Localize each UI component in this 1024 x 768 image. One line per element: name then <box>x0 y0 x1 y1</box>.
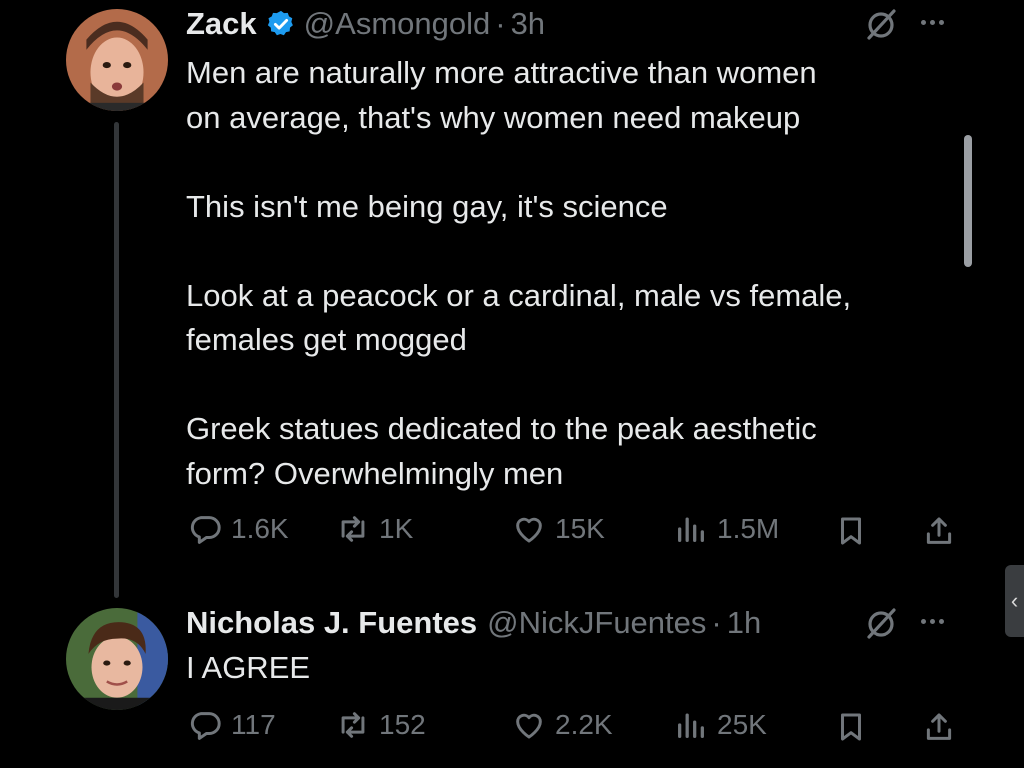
views-button[interactable]: 1.5M <box>674 512 779 546</box>
reply-button[interactable]: 1.6K <box>188 512 289 546</box>
reply-timestamp[interactable]: 1h <box>727 605 761 641</box>
chevron-left-icon[interactable]: ‹ <box>1005 565 1024 637</box>
more-icon[interactable] <box>921 619 944 624</box>
reply-tweet-text: I AGREE <box>186 646 310 691</box>
reply-count: 1.6K <box>231 513 289 544</box>
tweet-line: This isn't me being gay, it's science <box>186 188 668 224</box>
heart-icon <box>516 713 542 739</box>
tweet-line: Look at a peacock or a cardinal, male vs… <box>186 277 852 313</box>
views-icon <box>678 517 704 542</box>
tweet-timestamp[interactable]: 3h <box>511 6 545 42</box>
like-count: 15K <box>555 513 605 544</box>
bookmark-icon[interactable] <box>834 710 868 744</box>
tweet-line: Greek statues dedicated to the peak aest… <box>186 411 817 446</box>
bookmark-icon[interactable] <box>834 514 868 548</box>
grok-icon[interactable] <box>864 6 900 42</box>
views-count: 25K <box>717 709 767 740</box>
tweet-line <box>186 229 851 274</box>
share-icon[interactable] <box>922 710 956 744</box>
avatar-image <box>66 608 168 710</box>
repost-button[interactable]: 152 <box>336 708 426 742</box>
reply-tweet-header: Nicholas J. Fuentes @NickJFuentes · 1h <box>186 603 761 643</box>
separator-dot: · <box>495 6 506 41</box>
reply-author-avatar[interactable] <box>66 608 168 710</box>
repost-count: 1K <box>379 513 414 544</box>
repost-icon <box>341 516 365 542</box>
like-button[interactable]: 15K <box>512 512 605 546</box>
tweet-line: on average, that's why women need makeup <box>186 99 801 135</box>
share-icon[interactable] <box>922 514 956 548</box>
reply-icon <box>190 516 221 544</box>
repost-icon <box>341 712 365 738</box>
author-avatar[interactable] <box>66 9 168 111</box>
tweet-line <box>186 363 851 408</box>
reply-icon <box>190 712 221 740</box>
tweet-line: Men are naturally more attractive than w… <box>186 55 817 90</box>
like-count: 2.2K <box>555 709 613 740</box>
views-button[interactable]: 25K <box>674 708 767 742</box>
tweet-line: form? Overwhelmingly men <box>186 455 564 491</box>
reply-count: 117 <box>231 709 276 740</box>
repost-count: 152 <box>379 709 426 740</box>
reply-author-name[interactable]: Nicholas J. Fuentes <box>186 605 477 641</box>
tweet-line <box>186 140 851 185</box>
like-button[interactable]: 2.2K <box>512 708 613 742</box>
thread-line <box>114 122 119 598</box>
author-handle[interactable]: @Asmongold <box>304 6 491 42</box>
grok-icon[interactable] <box>864 605 900 641</box>
side-tab-glyph: ‹ <box>1010 588 1019 613</box>
tweet-line: females get mogged <box>186 322 467 357</box>
main-tweet-header: Zack @Asmongold · 3h <box>186 4 545 44</box>
views-count: 1.5M <box>717 513 780 544</box>
verified-badge-icon <box>266 9 296 39</box>
repost-button[interactable]: 1K <box>336 512 413 546</box>
tweet-line: I AGREE <box>186 650 311 685</box>
scrollbar-thumb[interactable] <box>964 135 972 267</box>
reply-author-handle[interactable]: @NickJFuentes <box>487 605 706 641</box>
more-icon[interactable] <box>921 20 944 25</box>
author-name[interactable]: Zack <box>186 6 257 42</box>
main-tweet-text: Men are naturally more attractive than w… <box>186 51 851 496</box>
avatar-image <box>66 9 168 111</box>
heart-icon <box>516 517 542 543</box>
views-icon <box>678 713 704 738</box>
separator-dot: · <box>711 605 722 640</box>
reply-button[interactable]: 117 <box>188 708 276 742</box>
